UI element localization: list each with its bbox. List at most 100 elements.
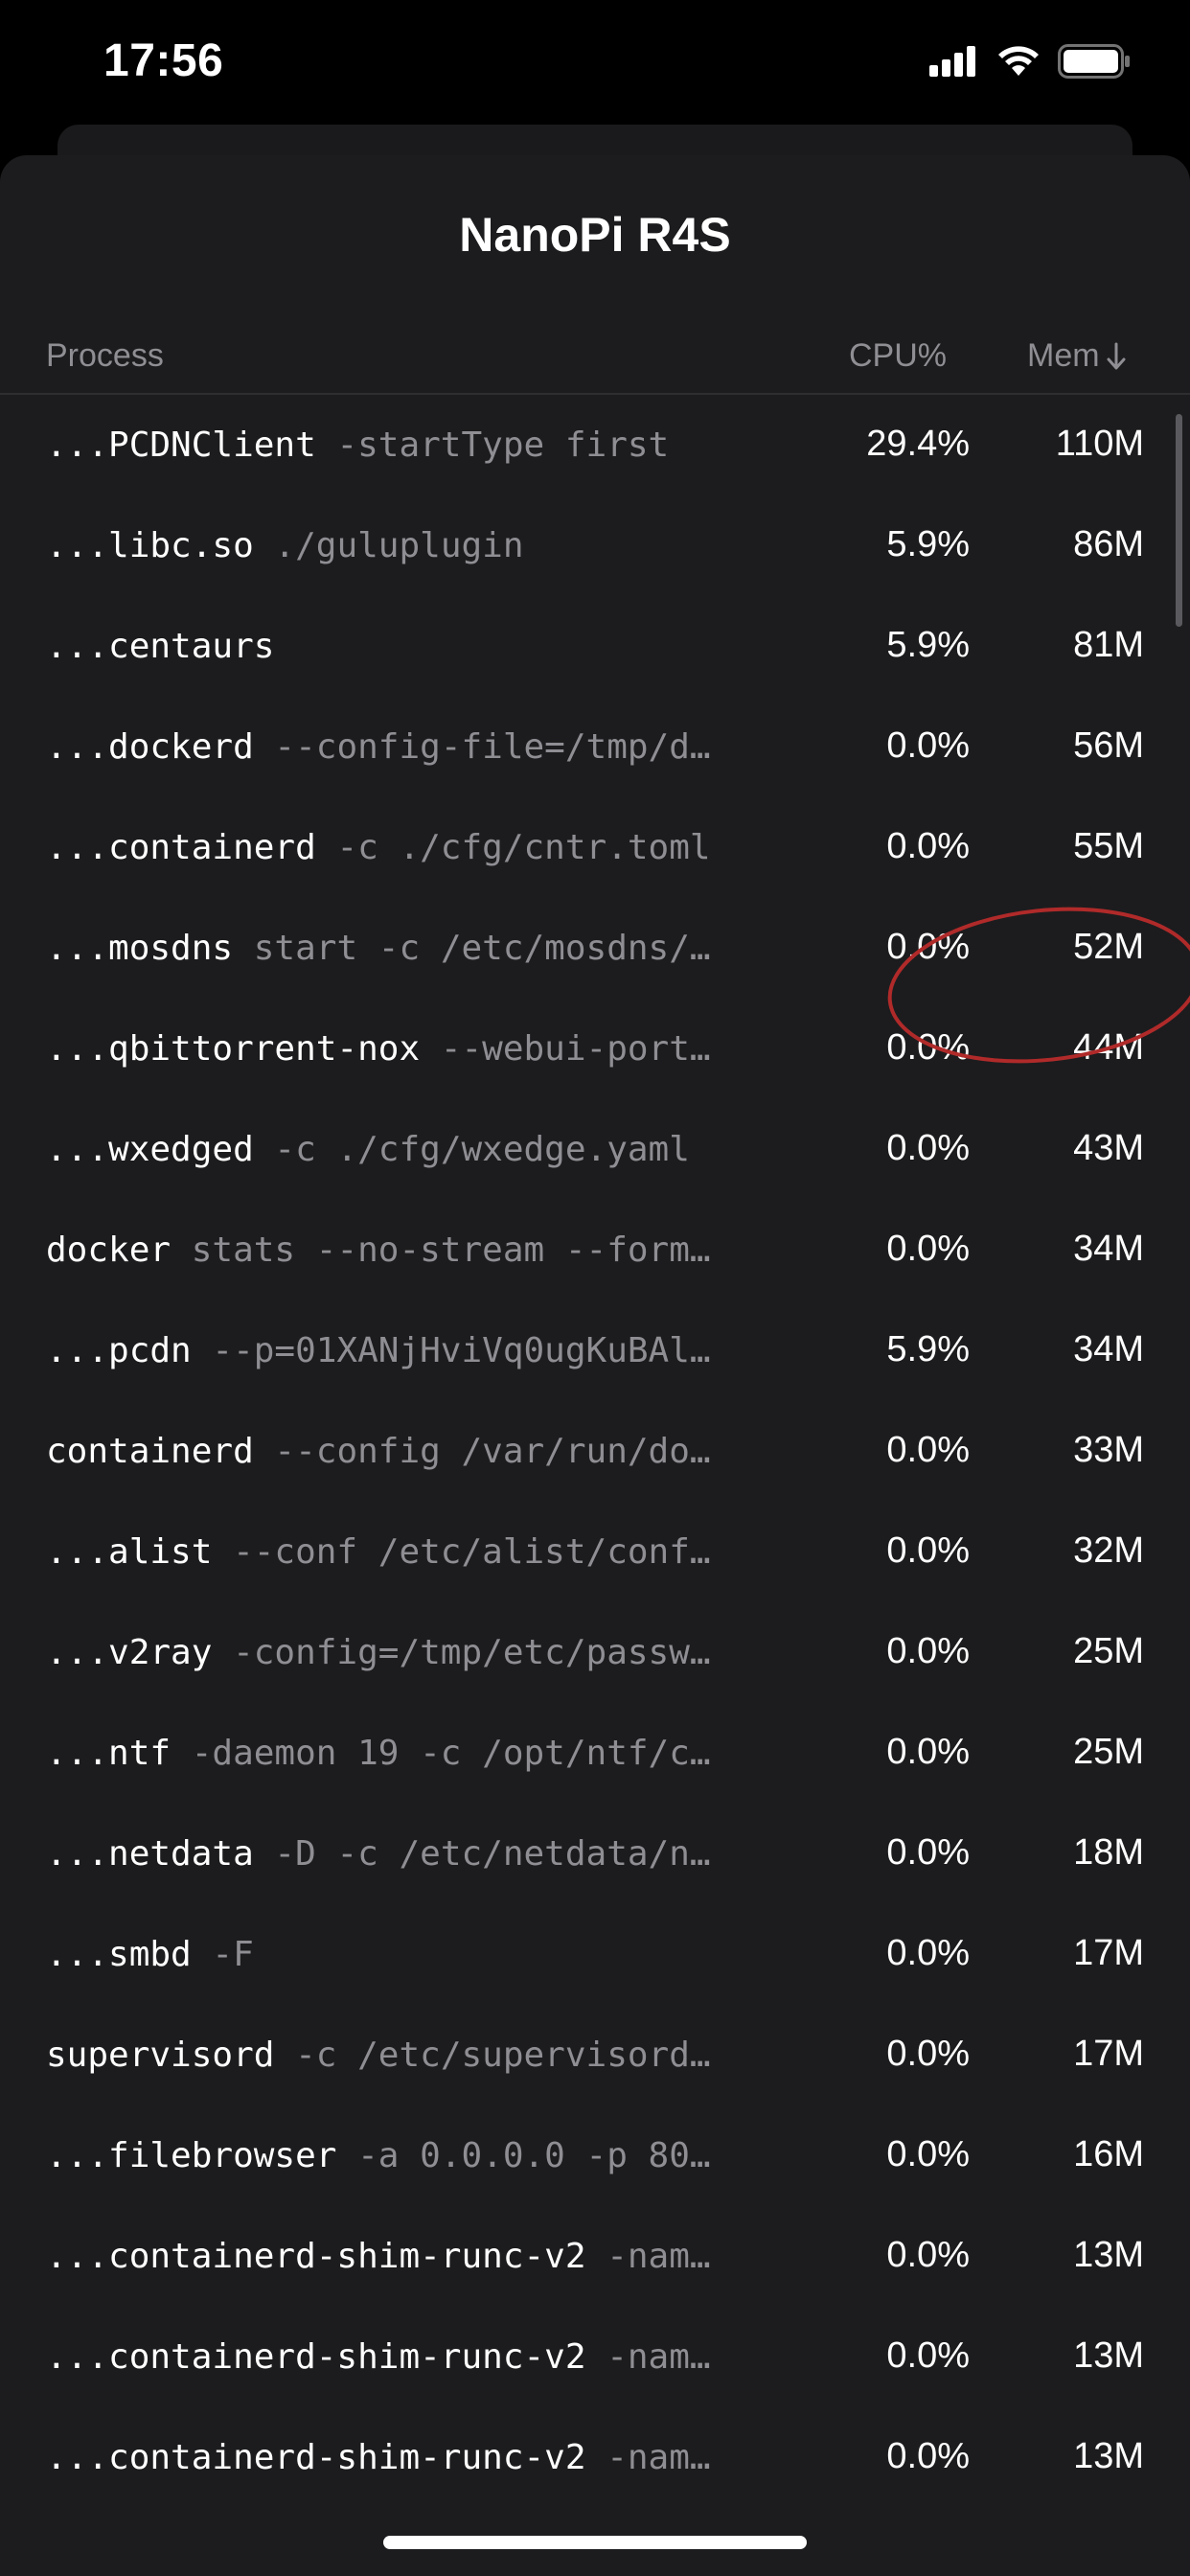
process-name: ...v2ray — [46, 1633, 213, 1672]
column-header-cpu[interactable]: CPU% — [849, 337, 947, 375]
process-mem: 86M — [1073, 524, 1144, 564]
process-name: ...containerd-shim-runc-v2 — [46, 2237, 586, 2276]
process-args: -startType first — [315, 426, 670, 465]
process-args: -c ./cfg/cntr.toml — [315, 828, 711, 867]
process-command: docker stats --no-stream --form… — [46, 1230, 786, 1270]
process-cpu: 0.0% — [886, 1732, 970, 1772]
process-cpu: 0.0% — [886, 2235, 970, 2275]
table-row[interactable]: ...PCDNClient -startType first 29.4% 110M — [0, 397, 1190, 497]
process-command: ...wxedged -c ./cfg/wxedge.yaml — [46, 1130, 786, 1169]
table-row[interactable]: ...ntf -daemon 19 -c /opt/ntf/c… 0.0% 25M — [0, 1705, 1190, 1806]
table-row[interactable]: docker stats --no-stream --form… 0.0% 34M — [0, 1202, 1190, 1302]
process-cpu: 0.0% — [886, 1530, 970, 1571]
table-row[interactable]: ...libc.so ./guluplugin 5.9% 86M — [0, 497, 1190, 598]
process-command: ...containerd-shim-runc-v2 -nam… — [46, 2237, 786, 2276]
process-list[interactable]: ...PCDNClient -startType first 29.4% 110M.… — [0, 397, 1190, 2510]
process-cpu: 0.0% — [886, 1027, 970, 1068]
process-args: -F — [191, 1935, 254, 1974]
process-mem: 110M — [1055, 424, 1144, 464]
process-args: -nam… — [585, 2337, 711, 2377]
process-mem: 13M — [1073, 2235, 1144, 2275]
status-bar: 17:56 — [0, 0, 1190, 125]
process-name: ...netdata — [46, 1834, 254, 1874]
process-command: ...smbd -F — [46, 1935, 786, 1974]
process-args: --p=01XANjHviVq0ugKuBAl… — [191, 1331, 711, 1370]
sheet-title: NanoPi R4S — [459, 208, 731, 262]
process-cpu: 0.0% — [886, 725, 970, 766]
process-args: --webui-port… — [420, 1029, 711, 1069]
process-name: ...wxedged — [46, 1130, 254, 1169]
process-mem: 34M — [1073, 1329, 1144, 1369]
process-args: -nam… — [585, 2438, 711, 2477]
process-command: ...netdata -D -c /etc/netdata/n… — [46, 1834, 786, 1874]
table-row[interactable]: ...containerd-shim-runc-v2 -nam… 0.0% 13M — [0, 2409, 1190, 2510]
process-mem: 55M — [1073, 826, 1144, 866]
process-command: ...containerd-shim-runc-v2 -nam… — [46, 2438, 786, 2477]
process-args: --config /var/run/do… — [253, 1432, 711, 1471]
table-row[interactable]: ...containerd -c ./cfg/cntr.toml 0.0% 55M — [0, 799, 1190, 900]
process-cpu: 5.9% — [886, 625, 970, 665]
table-row[interactable]: containerd --config /var/run/do… 0.0% 33M — [0, 1403, 1190, 1504]
process-args: -c /etc/supervisord… — [274, 2036, 711, 2075]
process-mem: 13M — [1073, 2335, 1144, 2376]
table-row[interactable]: ...containerd-shim-runc-v2 -nam… 0.0% 13M — [0, 2309, 1190, 2409]
process-name: ...ntf — [46, 1734, 172, 1773]
table-row[interactable]: ...smbd -F 0.0% 17M — [0, 1906, 1190, 2007]
process-args: ./guluplugin — [253, 526, 524, 565]
table-row[interactable]: ...pcdn --p=01XANjHviVq0ugKuBAl… 5.9% 34M — [0, 1302, 1190, 1403]
process-cpu: 5.9% — [886, 524, 970, 564]
battery-icon — [1058, 44, 1130, 79]
process-mem: 44M — [1073, 1027, 1144, 1068]
process-cpu: 0.0% — [886, 1933, 970, 1973]
process-command: ...filebrowser -a 0.0.0.0 -p 80… — [46, 2136, 786, 2175]
process-name: ...qbittorrent-nox — [46, 1029, 421, 1069]
process-command: ...pcdn --p=01XANjHviVq0ugKuBAl… — [46, 1331, 786, 1370]
table-row[interactable]: ...dockerd --config-file=/tmp/d… 0.0% 56M — [0, 699, 1190, 799]
process-name: ...containerd — [46, 828, 316, 867]
table-row[interactable]: ...centaurs 5.9% 81M — [0, 598, 1190, 699]
process-cpu: 0.0% — [886, 2034, 970, 2074]
process-cpu: 0.0% — [886, 2335, 970, 2376]
cellular-signal-icon — [929, 46, 975, 77]
process-cpu: 0.0% — [886, 2436, 970, 2476]
process-name: ...containerd-shim-runc-v2 — [46, 2438, 586, 2477]
process-name: ...containerd-shim-runc-v2 — [46, 2337, 586, 2377]
home-indicator[interactable] — [383, 2536, 807, 2549]
column-header-process[interactable]: Process — [46, 337, 164, 375]
process-name: containerd — [46, 1432, 254, 1471]
table-row[interactable]: ...wxedged -c ./cfg/wxedge.yaml 0.0% 43M — [0, 1101, 1190, 1202]
process-command: containerd --config /var/run/do… — [46, 1432, 786, 1471]
table-row[interactable]: ...netdata -D -c /etc/netdata/n… 0.0% 18M — [0, 1806, 1190, 1906]
table-row[interactable]: ...alist --conf /etc/alist/conf… 0.0% 32M — [0, 1504, 1190, 1604]
process-cpu: 0.0% — [886, 1229, 970, 1269]
process-mem: 17M — [1073, 2034, 1144, 2074]
process-mem: 34M — [1073, 1229, 1144, 1269]
process-command: ...PCDNClient -startType first — [46, 426, 786, 465]
table-row[interactable]: ...filebrowser -a 0.0.0.0 -p 80… 0.0% 16M — [0, 2107, 1190, 2208]
process-args: --config-file=/tmp/d… — [253, 727, 711, 767]
process-args: -D -c /etc/netdata/n… — [253, 1834, 711, 1874]
table-row[interactable]: ...qbittorrent-nox --webui-port… 0.0% 44M — [0, 1000, 1190, 1101]
process-command: ...qbittorrent-nox --webui-port… — [46, 1029, 786, 1069]
process-mem: 16M — [1073, 2134, 1144, 2174]
process-name: ...PCDNClient — [46, 426, 316, 465]
table-row[interactable]: ...v2ray -config=/tmp/etc/passw… 0.0% 25M — [0, 1604, 1190, 1705]
table-row[interactable]: ...containerd-shim-runc-v2 -nam… 0.0% 13M — [0, 2208, 1190, 2309]
process-command: ...mosdns start -c /etc/mosdns/… — [46, 929, 786, 968]
process-args: -nam… — [585, 2237, 711, 2276]
process-cpu: 0.0% — [886, 927, 970, 967]
scrollbar[interactable] — [1176, 414, 1182, 627]
table-row[interactable]: ...mosdns start -c /etc/mosdns/… 0.0% 52M — [0, 900, 1190, 1000]
table-row[interactable]: supervisord -c /etc/supervisord… 0.0% 17M — [0, 2007, 1190, 2107]
process-mem: 25M — [1073, 1631, 1144, 1671]
column-header-mem[interactable]: Mem — [1027, 337, 1127, 375]
process-cpu: 0.0% — [886, 1631, 970, 1671]
process-mem: 33M — [1073, 1430, 1144, 1470]
process-cpu: 0.0% — [886, 2134, 970, 2174]
process-sheet[interactable]: NanoPi R4S Process CPU% Mem ...PCDNClien… — [0, 155, 1190, 2576]
process-args: -c ./cfg/wxedge.yaml — [253, 1130, 690, 1169]
process-args: start -c /etc/mosdns/… — [233, 929, 711, 968]
process-command: ...centaurs — [46, 627, 786, 666]
process-command: ...ntf -daemon 19 -c /opt/ntf/c… — [46, 1734, 786, 1773]
process-name: ...centaurs — [46, 627, 275, 666]
